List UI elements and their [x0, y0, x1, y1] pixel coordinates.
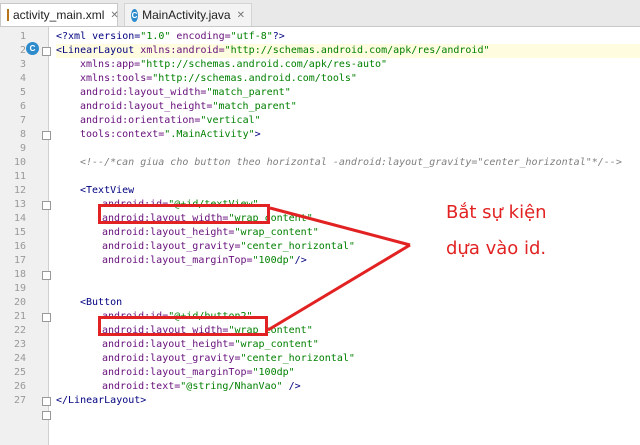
arrow-line-to-button: [267, 243, 411, 332]
annotation-line-2: dựa vào id.: [446, 238, 547, 259]
annotation-line-1: Bắt sự kiện: [446, 202, 547, 223]
annotation-text: Bắt sự kiện dựa vào id.: [446, 195, 636, 267]
arrow-line-to-textview: [269, 206, 411, 247]
